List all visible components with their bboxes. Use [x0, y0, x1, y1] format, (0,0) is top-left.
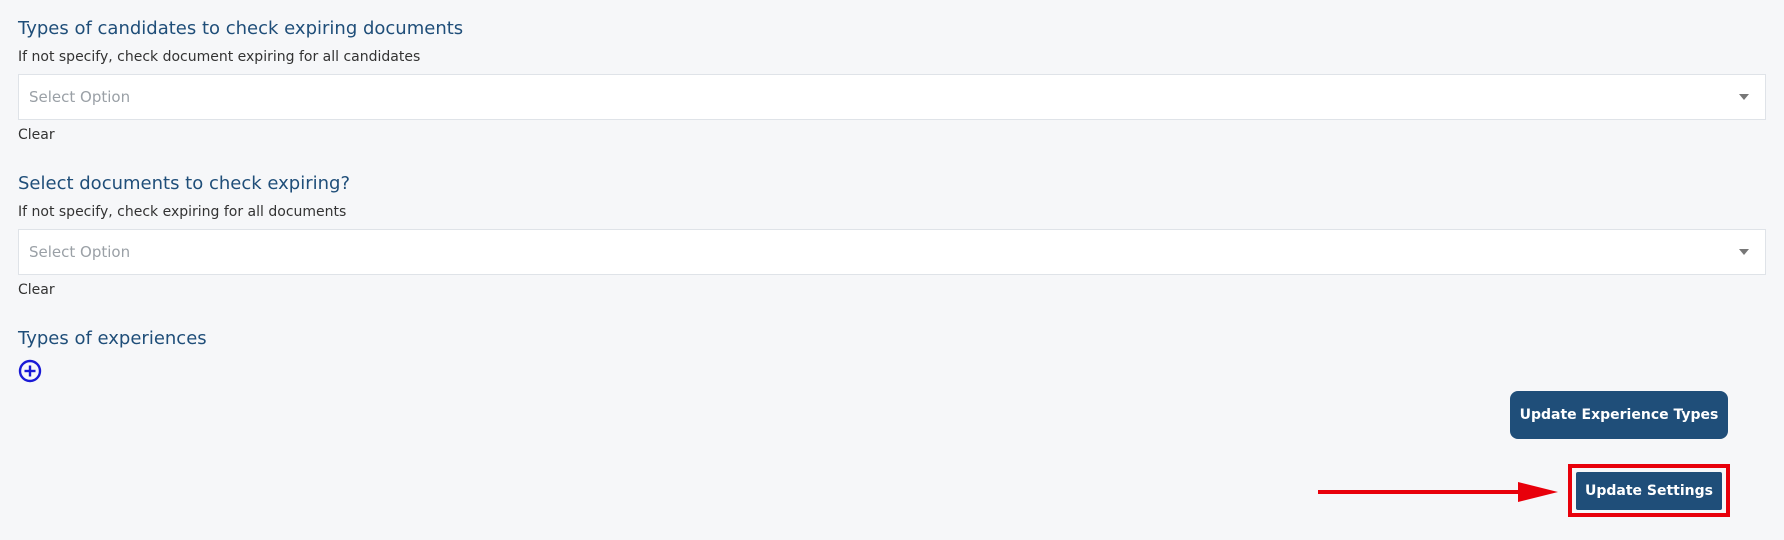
documents-placeholder: Select Option	[29, 243, 131, 261]
experiences-section: Types of experiences	[18, 328, 1766, 350]
candidate-types-clear-link[interactable]: Clear	[18, 127, 1766, 143]
chevron-down-icon[interactable]	[1739, 94, 1749, 100]
update-experience-types-button[interactable]: Update Experience Types	[1510, 391, 1728, 439]
experiences-title: Types of experiences	[18, 328, 207, 349]
update-settings-button[interactable]: Update Settings	[1576, 472, 1722, 510]
documents-clear-link[interactable]: Clear	[18, 282, 1766, 298]
candidate-types-help: If not specify, check document expiring …	[18, 49, 421, 65]
candidate-types-section: Types of candidates to check expiring do…	[18, 18, 1766, 143]
documents-help: If not specify, check expiring for all d…	[18, 204, 347, 220]
candidate-types-select[interactable]: Select Option	[18, 74, 1766, 120]
documents-section: Select documents to check expiring? If n…	[18, 173, 1766, 298]
red-arrow-right-icon	[1318, 482, 1558, 502]
plus-circle-icon[interactable]	[18, 359, 42, 383]
candidate-types-placeholder: Select Option	[29, 88, 131, 106]
chevron-down-icon[interactable]	[1739, 249, 1749, 255]
documents-title: Select documents to check expiring?	[18, 173, 351, 194]
candidate-types-title: Types of candidates to check expiring do…	[18, 18, 464, 39]
settings-page: Types of candidates to check expiring do…	[0, 0, 1784, 540]
documents-select[interactable]: Select Option	[18, 229, 1766, 275]
